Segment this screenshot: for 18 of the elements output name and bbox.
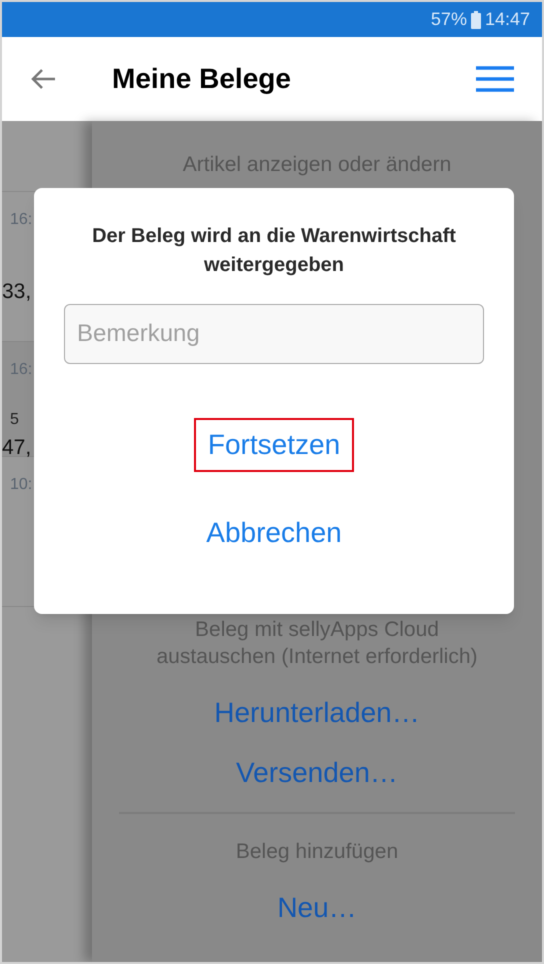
- receipt-amount: 47,: [2, 435, 32, 461]
- clock: 14:47: [484, 8, 530, 31]
- menu-icon[interactable]: [476, 66, 514, 92]
- receipt-time: 10:: [10, 475, 32, 495]
- dialog-message: Der Beleg wird an die Warenwirtschaft weitergegeben: [91, 224, 457, 278]
- battery-icon: [470, 10, 481, 28]
- page-title: Meine Belege: [112, 62, 291, 96]
- dialog-button[interactable]: Abbrechen: [192, 506, 356, 560]
- dialog-button[interactable]: Fortsetzen: [194, 418, 354, 472]
- receipt-amount: 33,: [2, 279, 32, 305]
- back-arrow-icon[interactable]: [30, 68, 56, 90]
- remark-field[interactable]: Bemerkung: [64, 304, 484, 364]
- receipt-note: 5: [10, 410, 19, 430]
- action-link[interactable]: Neu…: [277, 891, 357, 925]
- action-link[interactable]: Versenden…: [236, 756, 398, 790]
- receipt-time: 16:: [10, 210, 32, 230]
- action-link[interactable]: Herunterladen…: [214, 696, 420, 730]
- battery-percentage: 57%: [430, 8, 467, 31]
